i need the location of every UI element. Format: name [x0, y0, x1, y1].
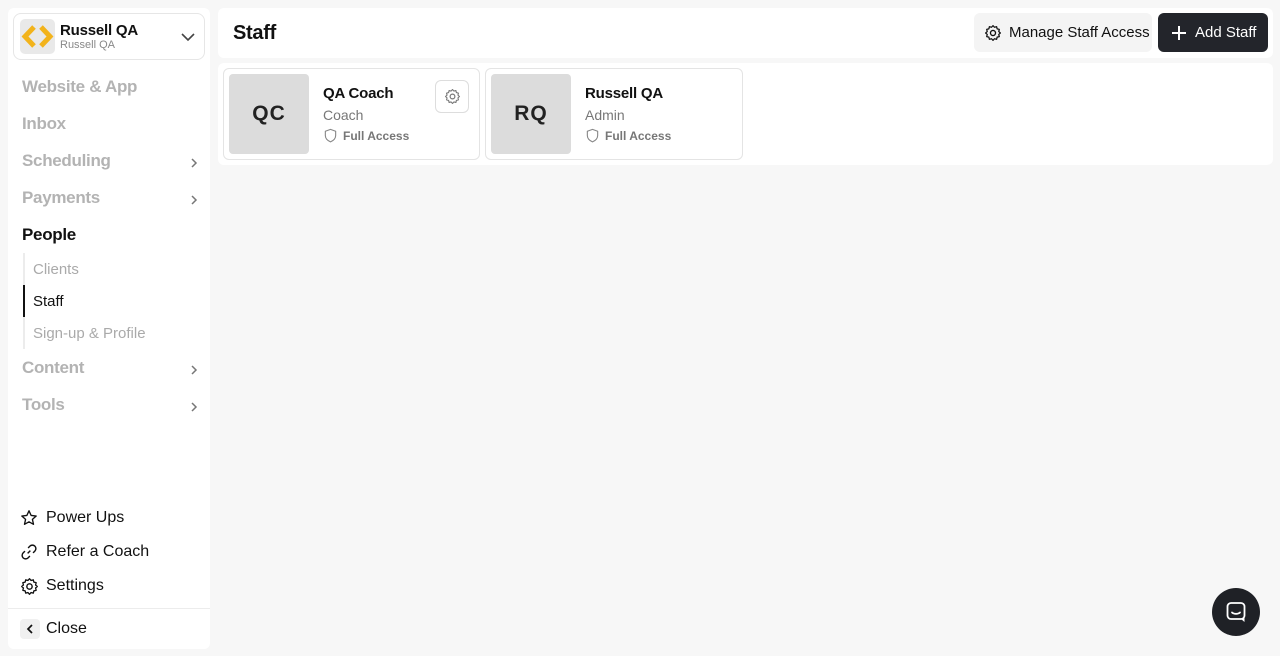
staff-card[interactable]: QC QA Coach Coach Full Access	[223, 68, 480, 160]
nav-people[interactable]: People	[8, 216, 210, 253]
power-ups-link[interactable]: Power Ups	[8, 501, 210, 535]
add-staff-label: Add Staff	[1195, 24, 1257, 41]
staff-access: Full Access	[585, 128, 671, 143]
staff-access-label: Full Access	[605, 128, 672, 143]
chevron-right-icon	[188, 154, 200, 174]
manage-staff-access-label: Manage Staff Access	[1009, 24, 1150, 41]
chevron-left-icon	[20, 619, 40, 639]
nav-website-app[interactable]: Website & App	[8, 68, 210, 105]
shield-icon	[585, 128, 600, 143]
nav-label: Payments	[22, 187, 100, 207]
chat-icon	[1224, 600, 1248, 624]
nav-inbox[interactable]: Inbox	[8, 105, 210, 142]
refer-coach-link[interactable]: Refer a Coach	[8, 535, 210, 569]
staff-list: QC QA Coach Coach Full Access RQ Russell…	[218, 63, 1273, 165]
subnav-staff[interactable]: Staff	[23, 285, 210, 317]
chevron-right-icon	[188, 398, 200, 418]
sidebar-bottom-links: Power Ups Refer a Coach Settings	[8, 501, 210, 603]
nav-payments[interactable]: Payments	[8, 179, 210, 216]
people-subnav: Clients Staff Sign-up & Profile	[23, 253, 210, 349]
org-logo	[20, 19, 55, 54]
plus-icon	[1170, 24, 1188, 42]
gear-icon	[444, 88, 461, 105]
close-label: Close	[46, 620, 87, 637]
chat-launcher-button[interactable]	[1212, 588, 1260, 636]
nav-label: Website & App	[22, 76, 138, 96]
nav-content[interactable]: Content	[8, 349, 210, 386]
org-switcher[interactable]: Russell QA Russell QA	[13, 13, 205, 60]
link-icon	[19, 542, 39, 562]
refer-coach-label: Refer a Coach	[46, 543, 150, 560]
staff-name: QA Coach	[323, 85, 394, 102]
staff-role: Coach	[323, 107, 364, 123]
staff-card[interactable]: RQ Russell QA Admin Full Access	[485, 68, 743, 160]
nav-scheduling[interactable]: Scheduling	[8, 142, 210, 179]
nav-label: People	[22, 224, 76, 244]
staff-role: Admin	[585, 107, 625, 123]
add-staff-button[interactable]: Add Staff	[1158, 13, 1268, 52]
avatar: RQ	[491, 74, 571, 154]
subnav-signup-profile[interactable]: Sign-up & Profile	[23, 317, 210, 349]
chevron-right-icon	[188, 191, 200, 211]
main-nav: Website & App Inbox Scheduling Payments …	[8, 68, 210, 423]
nav-label: Inbox	[22, 113, 66, 133]
settings-link[interactable]: Settings	[8, 569, 210, 603]
subnav-clients[interactable]: Clients	[23, 253, 210, 285]
page-title: Staff	[233, 22, 276, 44]
power-ups-label: Power Ups	[46, 509, 125, 526]
org-name: Russell QA	[60, 21, 139, 39]
nav-label: Content	[22, 357, 85, 377]
avatar: QC	[229, 74, 309, 154]
sidebar: Russell QA Russell QA Website & App Inbo…	[8, 8, 210, 649]
nav-label: Scheduling	[22, 150, 111, 170]
gear-icon	[984, 24, 1002, 42]
manage-staff-access-button[interactable]: Manage Staff Access	[974, 13, 1152, 52]
gear-icon	[19, 576, 39, 596]
nav-label: Tools	[22, 394, 65, 414]
close-sidebar-button[interactable]: Close	[8, 608, 210, 649]
page-header: Staff Manage Staff Access Add Staff	[218, 8, 1273, 58]
shield-icon	[323, 128, 338, 143]
chevron-right-icon	[188, 361, 200, 381]
nav-tools[interactable]: Tools	[8, 386, 210, 423]
org-subtitle: Russell QA	[60, 38, 116, 51]
staff-name: Russell QA	[585, 85, 664, 102]
chevron-down-icon	[180, 29, 196, 50]
staff-access-label: Full Access	[343, 128, 410, 143]
star-icon	[19, 508, 39, 528]
staff-access: Full Access	[323, 128, 409, 143]
staff-settings-button[interactable]	[435, 80, 469, 113]
settings-label: Settings	[46, 577, 104, 594]
